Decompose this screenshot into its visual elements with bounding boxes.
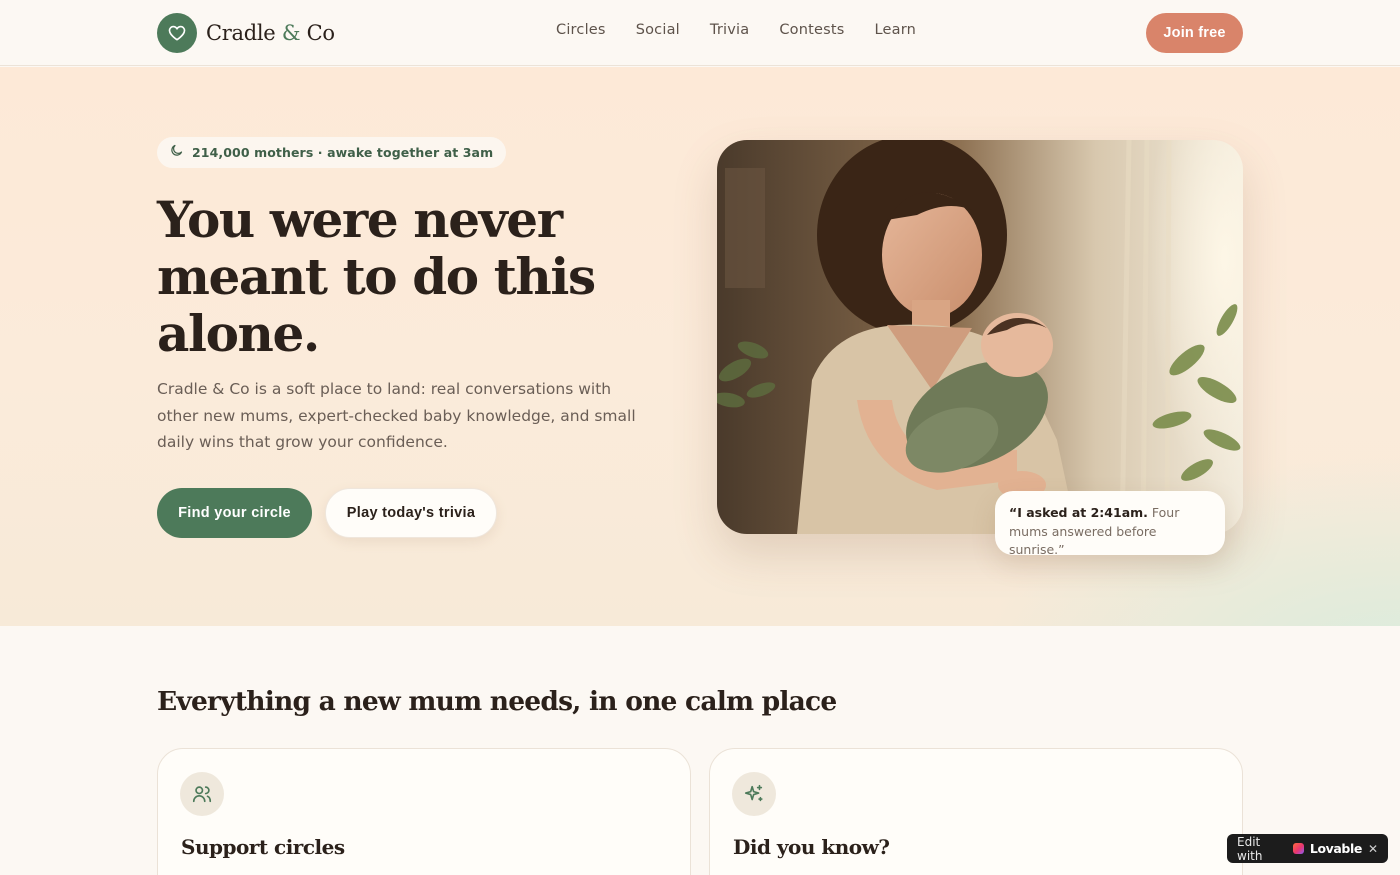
close-icon[interactable]: ✕ xyxy=(1368,842,1378,856)
join-free-button[interactable]: Join free xyxy=(1146,13,1243,53)
lovable-logo-icon xyxy=(1293,843,1304,854)
feature-card-title: Support circles xyxy=(181,835,345,859)
hero-section: 214,000 mothers · awake together at 3am … xyxy=(0,67,1400,626)
heart-icon xyxy=(157,13,197,53)
community-stat-pill: 214,000 mothers · awake together at 3am xyxy=(157,137,507,168)
features-heading: Everything a new mum needs, in one calm … xyxy=(157,686,837,717)
sparkles-icon xyxy=(732,772,776,816)
hero-description: Cradle & Co is a soft place to land: rea… xyxy=(157,380,636,451)
hero-headline: You were never meant to do this alone. xyxy=(157,190,596,363)
edit-with-lovable-badge[interactable]: Edit with Lovable ✕ xyxy=(1227,834,1388,863)
find-your-circle-button[interactable]: Find your circle xyxy=(157,488,312,538)
play-trivia-button[interactable]: Play today's trivia xyxy=(325,488,497,538)
moon-icon xyxy=(169,143,184,162)
brand-logo-link[interactable]: Cradle & Co xyxy=(157,13,335,53)
badge-prefix: Edit with xyxy=(1237,834,1263,863)
nav-link-circles[interactable]: Circles xyxy=(556,22,606,38)
testimonial-quote-card: “I asked at 2:41am. Four mums answered b… xyxy=(995,491,1225,557)
nav-link-trivia[interactable]: Trivia xyxy=(710,22,749,38)
brand-name: Cradle & Co xyxy=(206,21,335,45)
feature-card-did-you-know[interactable]: Did you know? xyxy=(709,748,1243,875)
users-icon xyxy=(180,772,224,816)
nav-link-learn[interactable]: Learn xyxy=(875,22,917,38)
nav-link-social[interactable]: Social xyxy=(636,22,680,38)
community-stat-text: 214,000 mothers · awake together at 3am xyxy=(192,145,494,160)
nav-link-contests[interactable]: Contests xyxy=(779,22,844,38)
main-nav: Circles Social Trivia Contests Learn xyxy=(556,22,916,38)
badge-brand: Lovable xyxy=(1309,841,1362,856)
feature-card-support-circles[interactable]: Support circles xyxy=(157,748,691,875)
feature-card-title: Did you know? xyxy=(733,835,890,859)
hero-photo-mother-and-baby xyxy=(717,140,1243,534)
top-nav: Cradle & Co Circles Social Trivia Contes… xyxy=(0,0,1400,66)
